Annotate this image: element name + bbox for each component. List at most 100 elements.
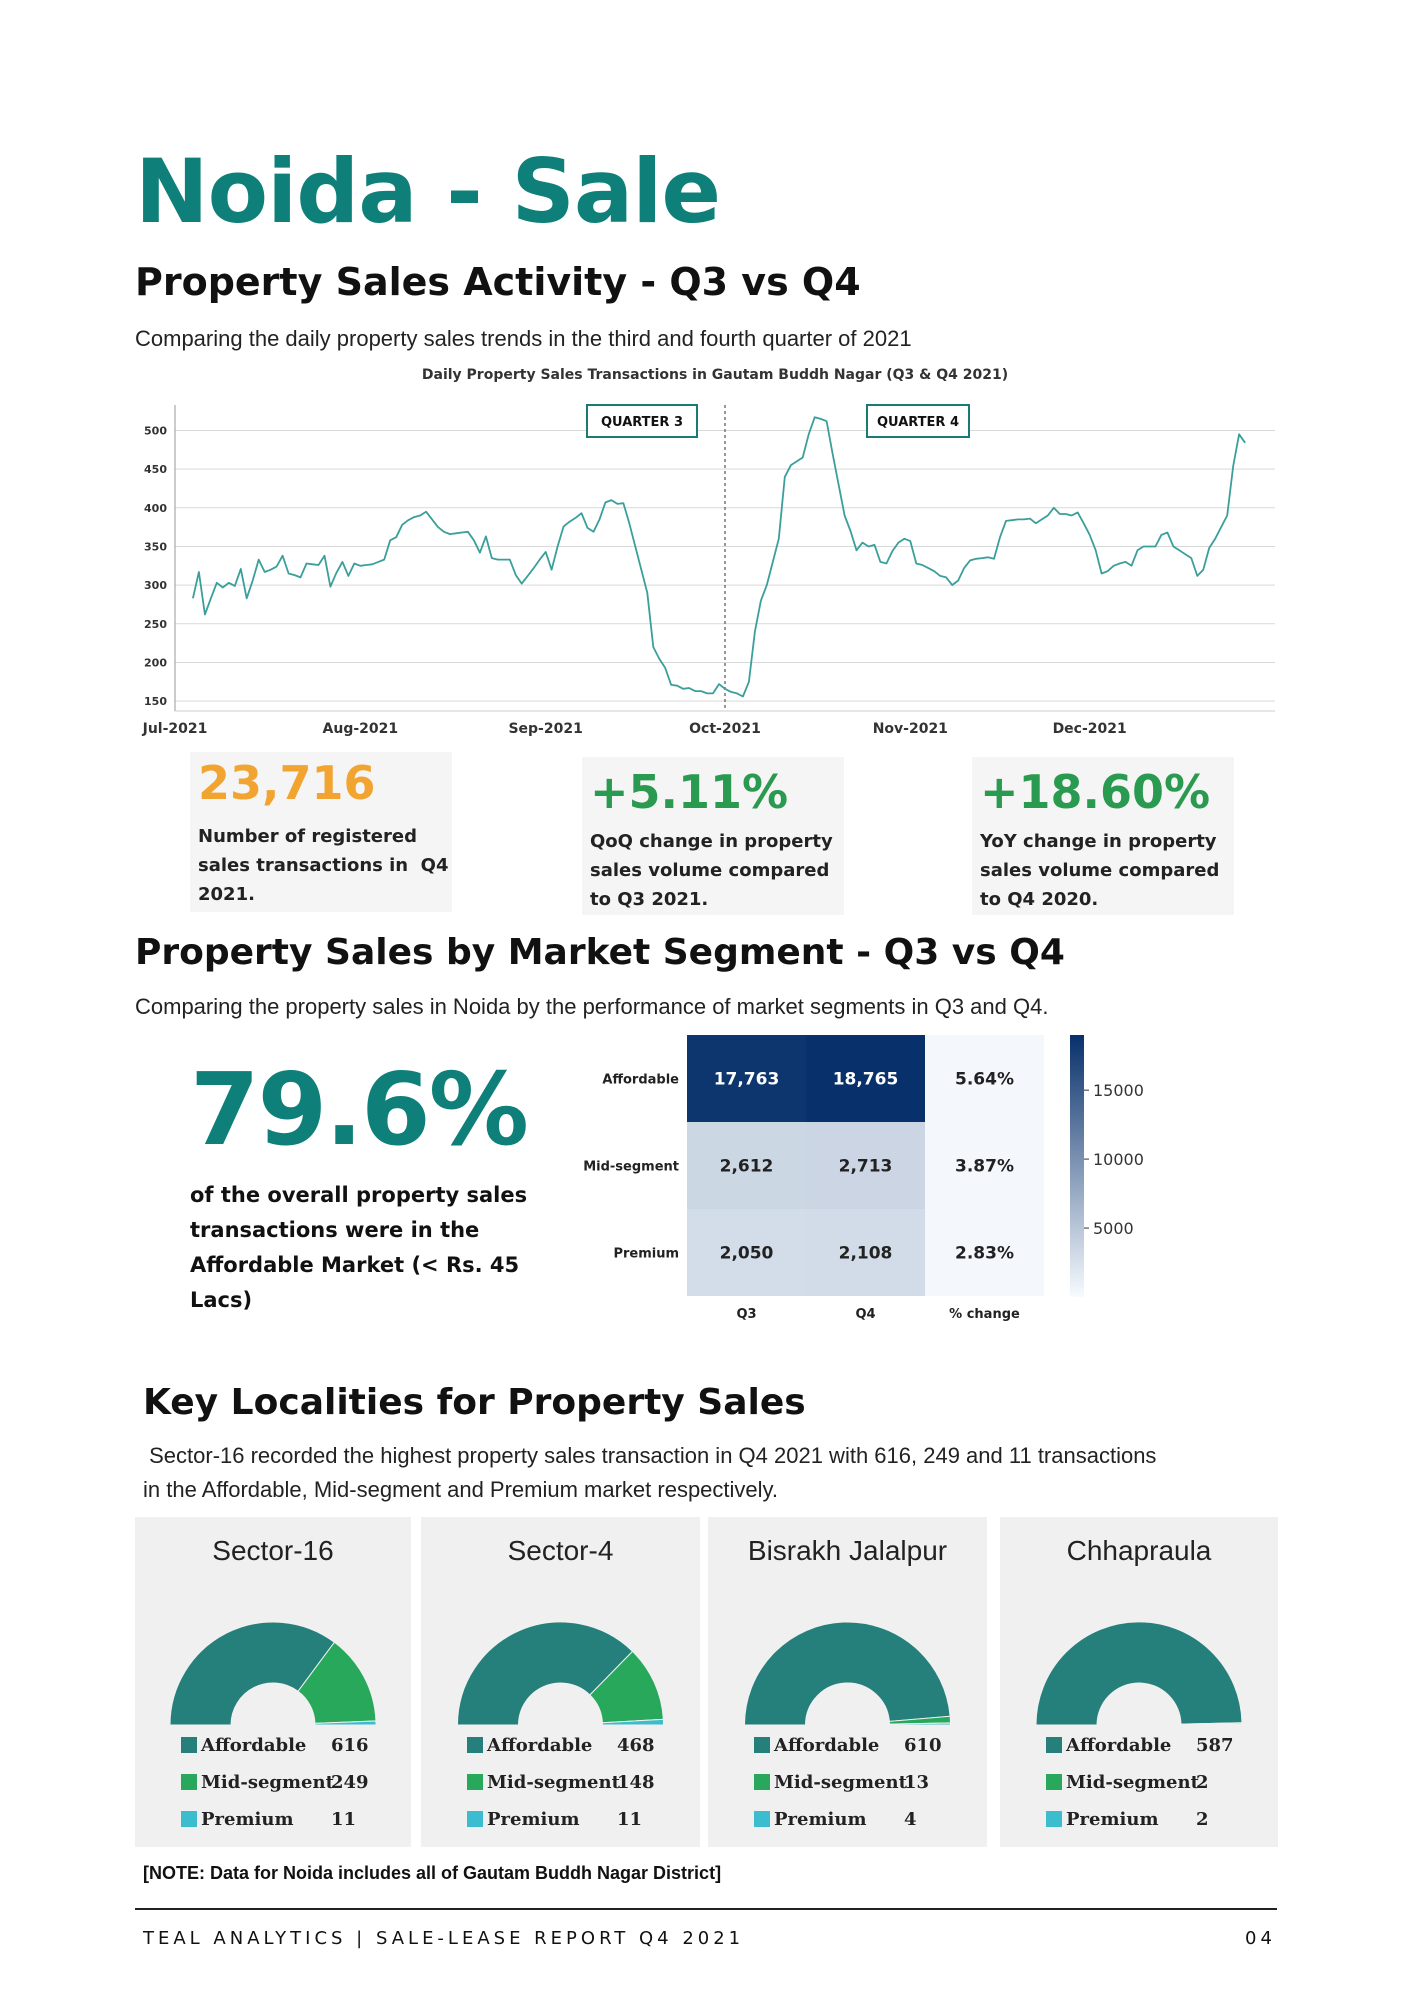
- stat-desc-qoq: QoQ change in property sales volume comp…: [590, 827, 833, 914]
- legend-value: 616: [331, 1735, 369, 1756]
- heatmap-cell-label: 2,612: [720, 1157, 774, 1177]
- y-tick-label: 500: [144, 424, 167, 437]
- heatmap-col-label: % change: [949, 1307, 1020, 1322]
- donut-slice-affordable: [1035, 1621, 1243, 1726]
- stat-desc-registered: Number of registered sales transactions …: [198, 822, 448, 909]
- y-tick-label: 450: [144, 463, 167, 476]
- stat-value-yoy: +18.60%: [980, 765, 1211, 819]
- legend-row: Affordable 616: [181, 1735, 369, 1756]
- y-tick-label: 400: [144, 502, 167, 515]
- legend-row: Affordable 468: [467, 1735, 655, 1756]
- heatmap-cell-label: 5.64%: [955, 1070, 1014, 1090]
- share-desc-line: transactions were in the: [190, 1218, 480, 1242]
- heatmap-cell-label: 18,765: [833, 1070, 899, 1090]
- legend-swatch: [181, 1737, 197, 1753]
- legend-value: 2: [1196, 1772, 1209, 1793]
- legend-label: Mid-segment: [1066, 1772, 1199, 1793]
- affordable-share-desc: of the overall property sales transactio…: [190, 1178, 527, 1318]
- locality-name: Chhapraula: [1066, 1535, 1212, 1566]
- legend-swatch: [467, 1737, 483, 1753]
- legend-label: Affordable: [487, 1735, 593, 1756]
- locality-donut-chart: [1035, 1621, 1243, 1726]
- data-note: [NOTE: Data for Noida includes all of Ga…: [143, 1863, 722, 1883]
- share-desc-line: Lacs): [190, 1288, 253, 1312]
- stat-desc-line: sales transactions in Q4: [198, 855, 449, 876]
- legend-value: 13: [904, 1772, 930, 1793]
- legend-label: Premium: [487, 1809, 580, 1830]
- heatmap-row-label: Mid-segment: [583, 1160, 679, 1175]
- footer-divider: [135, 1908, 1277, 1910]
- colorbar: [1070, 1035, 1084, 1297]
- locality-card: Sector-16 Affordable 616 Mid-segment 249 Prem…: [135, 1517, 411, 1847]
- stat-card-yoy: +18.60% YoY change in property sales vol…: [972, 757, 1234, 915]
- heatmap-row-label: Premium: [613, 1247, 679, 1262]
- y-tick-label: 150: [144, 695, 167, 708]
- legend-value: 4: [904, 1809, 917, 1830]
- heatmap-col-label: Q4: [855, 1307, 875, 1322]
- section-heading-sales-activity: Property Sales Activity - Q3 vs Q4: [135, 260, 861, 304]
- locality-name: Sector-4: [507, 1535, 614, 1566]
- legend-value: 11: [331, 1809, 357, 1830]
- market-segment-heatmap: Affordable 17,763 18,765 5.64% Mid-segment 2,…: [583, 1035, 1144, 1322]
- stat-desc-line: Number of registered: [198, 826, 417, 847]
- y-tick-label: 250: [144, 618, 167, 631]
- legend-swatch: [754, 1737, 770, 1753]
- heatmap-cell-label: 2,050: [720, 1244, 774, 1264]
- heatmap-cell-label: 2,108: [839, 1244, 893, 1264]
- legend-swatch: [1046, 1737, 1062, 1753]
- donut-slice-affordable: [169, 1621, 336, 1726]
- legend-value: 587: [1196, 1735, 1234, 1756]
- section-heading-localities: Key Localities for Property Sales: [143, 1382, 806, 1423]
- legend-label: Affordable: [1066, 1735, 1172, 1756]
- legend-row: Mid-segment 148: [467, 1772, 655, 1793]
- legend-swatch: [467, 1811, 483, 1827]
- chart-title: Daily Property Sales Transactions in Gau…: [422, 367, 1008, 383]
- legend-swatch: [754, 1811, 770, 1827]
- stat-desc-line: to Q4 2020.: [980, 889, 1099, 910]
- colorbar-tick-label: 15000: [1093, 1081, 1144, 1100]
- legend-swatch: [181, 1774, 197, 1790]
- share-desc-line: of the overall property sales: [190, 1183, 528, 1207]
- legend-value: 610: [904, 1735, 942, 1756]
- stat-value-registered: 23,716: [198, 756, 376, 810]
- x-tick-label: Oct-2021: [689, 721, 761, 737]
- legend-swatch: [754, 1774, 770, 1790]
- locality-name: Sector-16: [212, 1535, 334, 1566]
- x-tick-label: Dec-2021: [1053, 721, 1127, 737]
- legend-row: Premium 11: [467, 1809, 642, 1830]
- legend-label: Affordable: [774, 1735, 880, 1756]
- quarter4-label: QUARTER 4: [877, 415, 959, 430]
- legend-row: Premium 4: [754, 1809, 917, 1830]
- stat-desc-line: to Q3 2021.: [590, 889, 709, 910]
- locality-donut-chart: [456, 1621, 665, 1726]
- section-heading-market-segment: Property Sales by Market Segment - Q3 vs…: [135, 932, 1065, 973]
- heatmap-cell-label: 2,713: [839, 1157, 893, 1177]
- colorbar-tick-label: 5000: [1093, 1219, 1134, 1238]
- legend-swatch: [1046, 1774, 1062, 1790]
- y-tick-label: 350: [144, 540, 167, 553]
- legend-label: Mid-segment: [487, 1772, 620, 1793]
- heatmap-col-label: Q3: [736, 1307, 756, 1322]
- localities-subtitle-line2: in the Affordable, Mid-segment and Premi…: [143, 1477, 779, 1502]
- legend-label: Mid-segment: [201, 1772, 334, 1793]
- legend-value: 148: [617, 1772, 655, 1793]
- legend-label: Affordable: [201, 1735, 307, 1756]
- affordable-share-value: 79.6%: [190, 1051, 529, 1168]
- daily-sales-series-line: [192, 416, 1246, 698]
- heatmap-cell-label: 2.83%: [955, 1244, 1014, 1264]
- locality-card: Chhapraula Affordable 587 Mid-segment 2 Premi…: [1000, 1517, 1278, 1847]
- y-tick-label: 200: [144, 656, 167, 669]
- x-tick-label: Sep-2021: [508, 721, 582, 737]
- heatmap-cell-label: 3.87%: [955, 1157, 1014, 1177]
- stat-desc-line: QoQ change in property: [590, 831, 833, 852]
- locality-donut-chart: [169, 1621, 377, 1726]
- stat-desc-line: YoY change in property: [980, 831, 1217, 852]
- footer-left: TEAL ANALYTICS | SALE-LEASE REPORT Q4 20…: [143, 1928, 745, 1949]
- legend-label: Mid-segment: [774, 1772, 907, 1793]
- legend-row: Affordable 587: [1046, 1735, 1234, 1756]
- x-tick-label: Aug-2021: [323, 721, 399, 737]
- heatmap-cell-label: 17,763: [714, 1070, 780, 1090]
- legend-row: Affordable 610: [754, 1735, 942, 1756]
- daily-sales-line-chart: Daily Property Sales Transactions in Gau…: [142, 367, 1275, 737]
- legend-row: Premium 2: [1046, 1809, 1209, 1830]
